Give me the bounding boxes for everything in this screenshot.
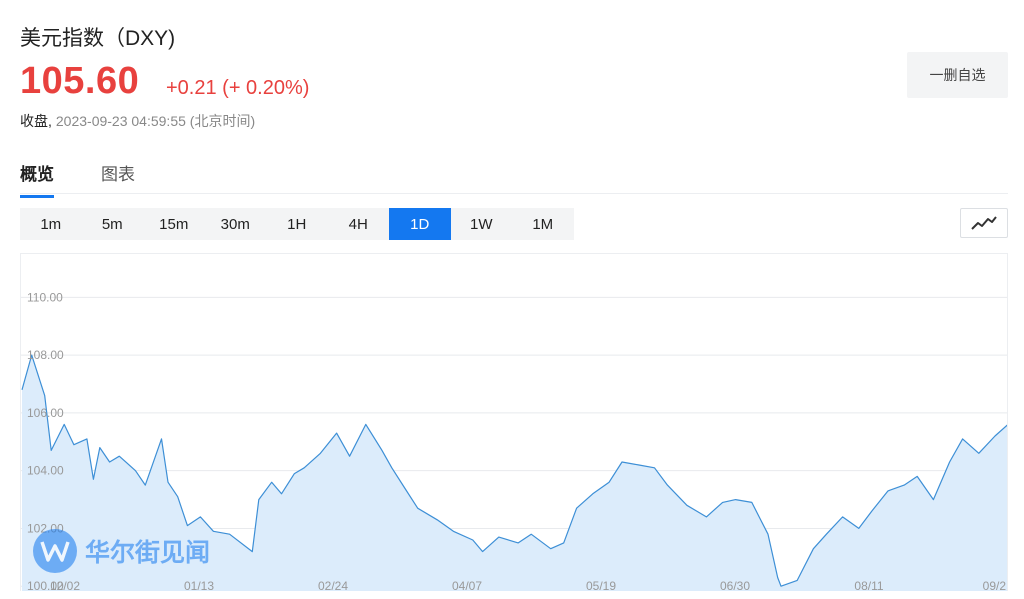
tab-chart[interactable]: 图表 xyxy=(101,160,135,195)
x-tick-label: 04/07 xyxy=(452,579,482,591)
close-timestamp: 2023-09-23 04:59:55 (北京时间) xyxy=(55,113,256,129)
x-tick-label: 09/2 xyxy=(983,579,1007,591)
x-tick-label: 12/02 xyxy=(50,579,80,591)
period-1mo[interactable]: 1M xyxy=(512,208,574,240)
period-1d[interactable]: 1D xyxy=(389,208,451,240)
x-tick-label: 06/30 xyxy=(720,579,750,591)
period-5m[interactable]: 5m xyxy=(82,208,144,240)
y-tick-label: 110.00 xyxy=(27,290,63,304)
page-title: 美元指数（DXY) xyxy=(20,27,176,50)
period-1h[interactable]: 1H xyxy=(266,208,328,240)
x-tick-label: 05/19 xyxy=(586,579,616,591)
period-1w[interactable]: 1W xyxy=(451,208,513,240)
y-tick-label: 108.00 xyxy=(27,348,64,362)
tab-overview[interactable]: 概览 xyxy=(20,160,54,198)
close-status-label: 收盘, xyxy=(20,113,52,129)
chart-type-button[interactable] xyxy=(960,208,1008,238)
x-tick-label: 01/13 xyxy=(184,579,214,591)
period-1m[interactable]: 1m xyxy=(20,208,82,240)
period-selector: 1m 5m 15m 30m 1H 4H 1D 1W 1M xyxy=(20,208,574,240)
current-price: 105.60 xyxy=(20,60,140,102)
y-tick-label: 102.00 xyxy=(27,521,64,535)
period-4h[interactable]: 4H xyxy=(328,208,390,240)
x-tick-label: 08/11 xyxy=(854,579,883,591)
line-chart-icon xyxy=(971,216,997,230)
y-tick-label: 106.00 xyxy=(27,406,64,420)
x-tick-label: 02/24 xyxy=(318,579,348,591)
price-chart[interactable]: 110.00 108.00 106.00 104.00 102.00 100.00 12/0… xyxy=(20,253,1008,591)
market-status: 收盘, 2023-09-23 04:59:55 (北京时间) xyxy=(20,111,255,131)
price-chart-svg: 110.00108.00106.00104.00102.00100.0012/0… xyxy=(21,290,1007,591)
price-area-fill xyxy=(22,355,1007,591)
price-change: +0.21 (+ 0.20%) xyxy=(166,77,310,99)
y-tick-label: 104.00 xyxy=(27,464,64,478)
remove-watchlist-button[interactable]: 一删自选 xyxy=(907,52,1008,98)
period-15m[interactable]: 15m xyxy=(143,208,205,240)
tab-bar: 概览 图表 xyxy=(20,150,1008,198)
period-30m[interactable]: 30m xyxy=(205,208,267,240)
